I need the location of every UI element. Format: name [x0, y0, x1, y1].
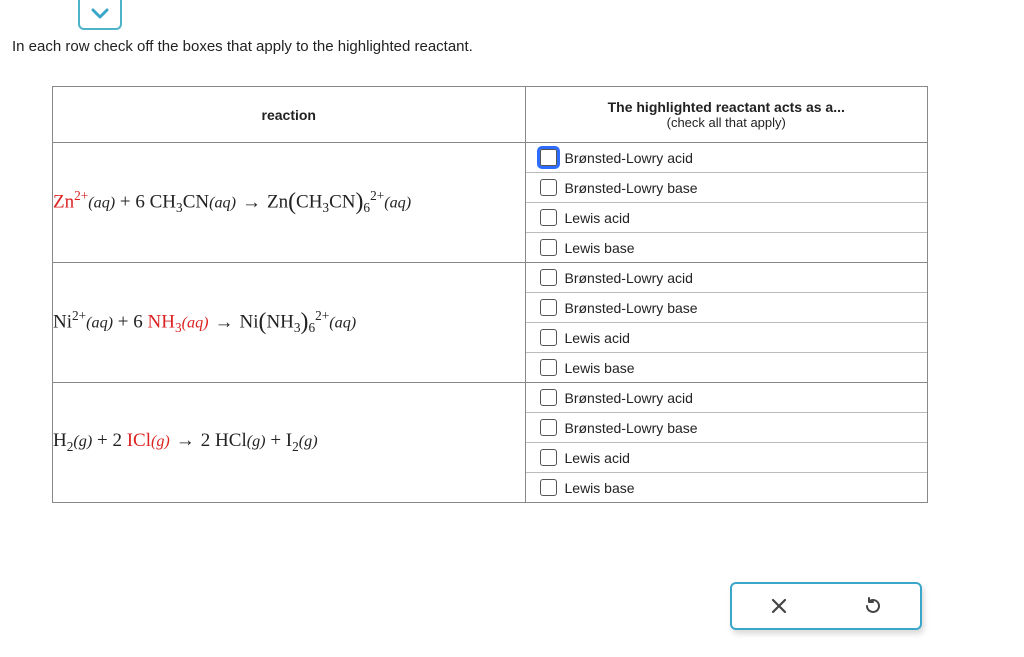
option-bl-base[interactable]: Brønsted-Lowry base	[526, 172, 928, 202]
header-reaction: reaction	[53, 87, 526, 143]
option-lewis-acid[interactable]: Lewis acid	[526, 442, 928, 472]
option-bl-acid[interactable]: Brønsted-Lowry acid	[526, 263, 928, 292]
reaction-table: reaction The highlighted reactant acts a…	[52, 86, 928, 503]
reset-icon	[863, 596, 883, 616]
reset-button[interactable]	[859, 592, 887, 620]
header-acts-as: The highlighted reactant acts as a... (c…	[525, 87, 928, 143]
table-row: H2(g) + 2 ICl(g)→2 HCl(g) + I2(g) Brønst…	[53, 383, 928, 503]
option-list: Brønsted-Lowry acid Brønsted-Lowry base …	[526, 143, 928, 262]
table-row: Ni2+(aq) + 6 NH3(aq)→Ni(NH3)62+(aq) Brøn…	[53, 263, 928, 383]
checkbox[interactable]	[540, 209, 557, 226]
reaction-cell: Zn2+(aq) + 6 CH3CN(aq)→Zn(CH3CN)62+(aq)	[53, 143, 526, 263]
checkbox[interactable]	[540, 149, 557, 166]
option-bl-base[interactable]: Brønsted-Lowry base	[526, 412, 928, 442]
option-lewis-acid[interactable]: Lewis acid	[526, 202, 928, 232]
option-bl-acid[interactable]: Brønsted-Lowry acid	[526, 383, 928, 412]
checkbox[interactable]	[540, 329, 557, 346]
option-lewis-base[interactable]: Lewis base	[526, 232, 928, 262]
option-lewis-acid[interactable]: Lewis acid	[526, 322, 928, 352]
close-icon	[770, 597, 788, 615]
option-lewis-base[interactable]: Lewis base	[526, 472, 928, 502]
clear-button[interactable]	[765, 592, 793, 620]
checkbox[interactable]	[540, 359, 557, 376]
expand-toggle[interactable]	[78, 0, 122, 30]
option-bl-base[interactable]: Brønsted-Lowry base	[526, 292, 928, 322]
checkbox[interactable]	[540, 419, 557, 436]
table-row: Zn2+(aq) + 6 CH3CN(aq)→Zn(CH3CN)62+(aq) …	[53, 143, 928, 263]
checkbox[interactable]	[540, 269, 557, 286]
instruction-text: In each row check off the boxes that app…	[12, 38, 473, 55]
chevron-down-icon	[91, 8, 109, 20]
checkbox[interactable]	[540, 389, 557, 406]
checkbox[interactable]	[540, 299, 557, 316]
reaction-cell: Ni2+(aq) + 6 NH3(aq)→Ni(NH3)62+(aq)	[53, 263, 526, 383]
reaction-cell: H2(g) + 2 ICl(g)→2 HCl(g) + I2(g)	[53, 383, 526, 503]
checkbox[interactable]	[540, 239, 557, 256]
answer-toolbar	[730, 582, 922, 630]
checkbox[interactable]	[540, 449, 557, 466]
option-bl-acid[interactable]: Brønsted-Lowry acid	[526, 143, 928, 172]
checkbox[interactable]	[540, 479, 557, 496]
option-list: Brønsted-Lowry acid Brønsted-Lowry base …	[526, 263, 928, 382]
option-list: Brønsted-Lowry acid Brønsted-Lowry base …	[526, 383, 928, 502]
option-lewis-base[interactable]: Lewis base	[526, 352, 928, 382]
checkbox[interactable]	[540, 179, 557, 196]
